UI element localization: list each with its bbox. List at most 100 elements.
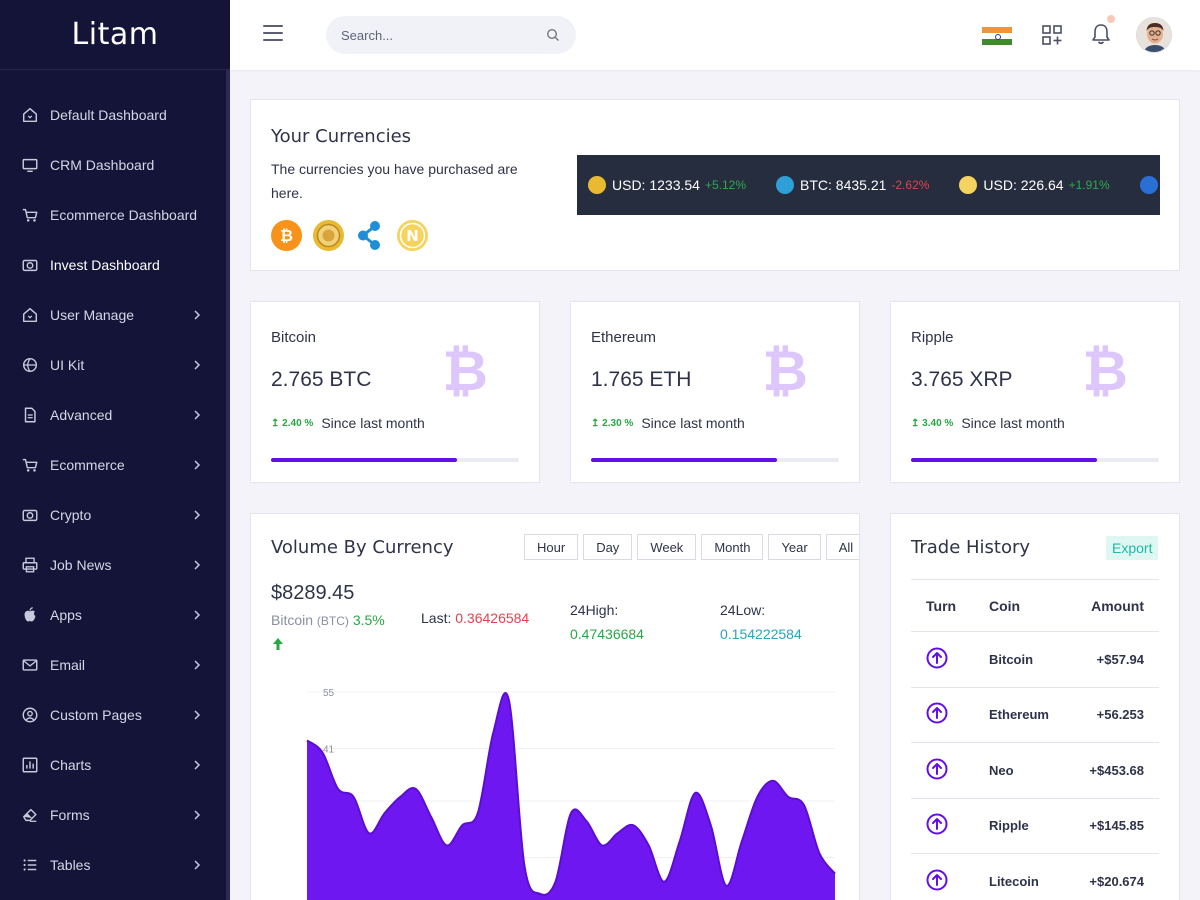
apple-icon: [20, 605, 40, 625]
bitcoin-icon[interactable]: ₿: [271, 220, 302, 251]
amount-cell: +$57.94: [1067, 631, 1159, 688]
dogecoin-icon[interactable]: [313, 220, 344, 251]
coin-cell: Ripple: [989, 798, 1068, 854]
tab-day[interactable]: Day: [583, 534, 633, 560]
volume-coin-pct: 3.5%: [352, 612, 385, 628]
apps-grid-icon[interactable]: [1041, 24, 1063, 46]
stat-name: Ethereum: [591, 329, 657, 346]
svg-text:₿: ₿: [280, 226, 293, 245]
tab-all[interactable]: All: [825, 534, 859, 560]
high-label: 24High:: [570, 602, 619, 618]
tab-year[interactable]: Year: [768, 534, 821, 560]
table-row[interactable]: Litecoin +$20.674: [911, 853, 1159, 900]
table-row[interactable]: Ethereum +56.253: [911, 687, 1159, 743]
arrow-up-circle-icon[interactable]: [926, 813, 948, 835]
stat-change: ↥ 2.40 % Since last month: [271, 415, 425, 431]
sidebar-item-forms[interactable]: Forms: [0, 790, 230, 840]
nem-icon[interactable]: N: [397, 220, 428, 251]
chevron-right-icon: [194, 460, 201, 470]
sidebar-item-apps[interactable]: Apps: [0, 590, 230, 640]
chevron-right-icon: [194, 310, 201, 320]
arrow-up-icon: [273, 638, 283, 650]
home-icon: [20, 305, 40, 325]
currencies-card: Your Currencies The currencies you have …: [250, 99, 1180, 271]
table-row[interactable]: Ripple +$145.85: [911, 798, 1159, 854]
volume-title: Volume By Currency: [271, 537, 454, 558]
sidebar: Litam Default Dashboard CRM Dashboard Ecom…: [0, 0, 230, 900]
bell-icon[interactable]: [1090, 22, 1112, 46]
search-input[interactable]: [326, 16, 526, 54]
sidebar-item-ecommerce-dashboard[interactable]: Ecommerce Dashboard: [0, 190, 230, 240]
ripple-icon[interactable]: [355, 220, 386, 251]
sidebar-item-label: Job News: [50, 557, 112, 573]
sidebar-item-label: Tables: [50, 857, 91, 873]
sidebar-item-crm-dashboard[interactable]: CRM Dashboard: [0, 140, 230, 190]
coin-icon: [959, 176, 978, 194]
sidebar-item-ui-kit[interactable]: UI Kit: [0, 340, 230, 390]
high-value: 0.47436684: [570, 626, 644, 642]
sidebar-item-tables[interactable]: Tables: [0, 840, 230, 890]
arrow-up-circle-icon[interactable]: [926, 702, 948, 724]
sidebar-item-charts[interactable]: Charts: [0, 740, 230, 790]
search-icon[interactable]: [546, 28, 560, 42]
table-row[interactable]: Bitcoin +$57.94: [911, 631, 1159, 688]
india-flag-icon[interactable]: [982, 27, 1012, 45]
topbar: [230, 0, 1200, 70]
low-value: 0.154222584: [720, 626, 802, 642]
ticker-label: USD: 1233.54: [612, 177, 700, 193]
tab-hour[interactable]: Hour: [524, 534, 579, 560]
sidebar-item-advanced[interactable]: Advanced: [0, 390, 230, 440]
trade-history-table: Turn Coin Amount Bitcoin +$57.94 Ethereum +…: [911, 579, 1159, 900]
stat-value: 3.765 XRP: [911, 368, 1013, 391]
stat-card-bitcoin: Bitcoin 2.765 BTC ₿ ↥ 2.40 % Since last mont…: [250, 301, 540, 483]
stat-progress-fill: [271, 458, 457, 462]
header-turn: Turn: [911, 579, 989, 632]
sidebar-item-custom-pages[interactable]: Custom Pages: [0, 690, 230, 740]
chevron-right-icon: [194, 860, 201, 870]
arrow-up-circle-icon[interactable]: [926, 647, 948, 669]
sidebar-item-ecommerce[interactable]: Ecommerce: [0, 440, 230, 490]
stat-change: ↥ 3.40 % Since last month: [911, 415, 1065, 431]
brand-logo[interactable]: Litam: [0, 0, 230, 70]
currencies-description: The currencies you have purchased are he…: [271, 161, 518, 201]
turn-cell: [911, 798, 989, 854]
volume-coin: Bitcoin (BTC) 3.5%: [271, 612, 385, 628]
volume-area-chart[interactable]: 55412814: [251, 674, 860, 900]
list-icon: [20, 855, 40, 875]
tab-month[interactable]: Month: [701, 534, 764, 560]
currencies-title: Your Currencies: [271, 126, 412, 147]
sidebar-item-crypto[interactable]: Crypto: [0, 490, 230, 540]
chevron-right-icon: [194, 710, 201, 720]
sidebar-item-label: Invest Dashboard: [50, 257, 160, 273]
user-avatar[interactable]: [1136, 17, 1172, 53]
volume-coin-name: Bitcoin: [271, 612, 314, 628]
turn-cell: [911, 631, 989, 688]
export-button[interactable]: Export: [1106, 536, 1159, 560]
ticker-label: USD: 226.64: [983, 177, 1064, 193]
sidebar-item-user-manage[interactable]: User Manage: [0, 290, 230, 340]
chevron-right-icon: [194, 810, 201, 820]
volume-last: Last: 0.36426584: [421, 610, 529, 626]
coin-cell: Litecoin: [989, 853, 1068, 900]
printer-icon: [20, 555, 40, 575]
amount-cell: +$20.674: [1067, 853, 1159, 900]
volume-area[interactable]: [307, 693, 835, 900]
table-row[interactable]: Neo +$453.68: [911, 742, 1159, 799]
ticker-change: -2.62%: [891, 178, 930, 192]
arrow-up-circle-icon[interactable]: [926, 758, 948, 780]
sidebar-item-default-dashboard[interactable]: Default Dashboard: [0, 90, 230, 140]
bitcoin-icon: ₿: [443, 339, 487, 398]
eraser-icon: [20, 805, 40, 825]
camera-icon: [20, 505, 40, 525]
bar-chart-icon: [20, 755, 40, 775]
sidebar-item-job-news[interactable]: Job News: [0, 540, 230, 590]
tab-week[interactable]: Week: [637, 534, 697, 560]
arrow-up-circle-icon[interactable]: [926, 869, 948, 891]
menu-toggle-icon[interactable]: [263, 25, 283, 43]
svg-text:₿: ₿: [443, 339, 487, 398]
sidebar-item-label: Email: [50, 657, 86, 673]
stat-name: Ripple: [911, 329, 954, 346]
sidebar-item-email[interactable]: Email: [0, 640, 230, 690]
sidebar-item-invest-dashboard[interactable]: Invest Dashboard: [0, 240, 230, 290]
chevron-right-icon: [194, 660, 201, 670]
